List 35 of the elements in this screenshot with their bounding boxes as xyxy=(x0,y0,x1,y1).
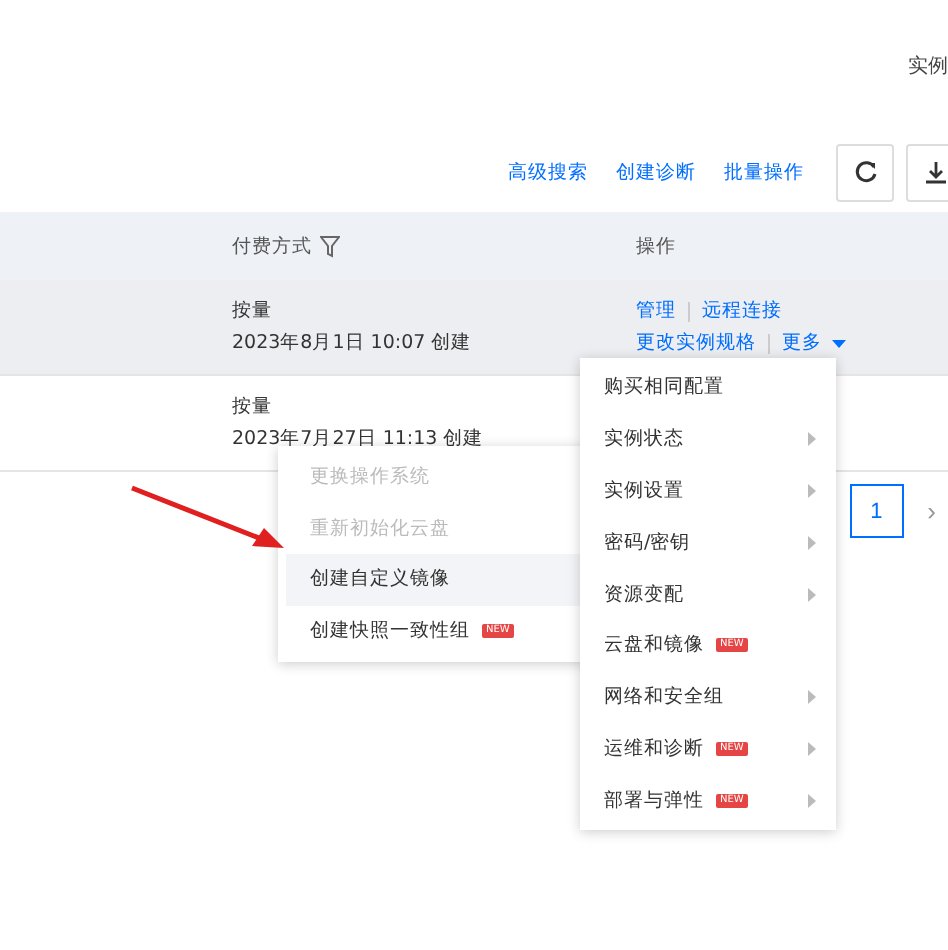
refresh-button[interactable] xyxy=(836,143,894,201)
refresh-icon xyxy=(853,160,877,184)
table-cell: 按量 xyxy=(232,394,272,420)
submenu-arrow-icon xyxy=(808,690,816,705)
submenu-arrow-icon xyxy=(808,793,816,808)
download-button[interactable] xyxy=(906,143,948,201)
action-link[interactable]: 远程连接 xyxy=(702,298,782,324)
submenu-arrow-icon xyxy=(808,741,816,756)
submenu-arrow-icon xyxy=(808,483,816,498)
table-cell: 2023年8月1日 10:07 创建 xyxy=(232,330,472,356)
page-title: 实例 xyxy=(908,53,948,80)
column-header: 操作 xyxy=(636,233,676,259)
toolbar-link[interactable]: 高级搜索 xyxy=(508,159,588,185)
table-cell: 2023年7月27日 11:13 创建 xyxy=(232,426,484,452)
more-dropdown[interactable]: 更多 xyxy=(782,330,846,356)
column-header: 付费方式 xyxy=(232,233,312,259)
action-link[interactable]: 更改实例规格 xyxy=(636,330,756,356)
toolbar-link[interactable]: 批量操作 xyxy=(724,159,804,185)
menu-item[interactable]: 资源变配 xyxy=(580,568,836,620)
submenu-arrow-icon xyxy=(808,587,816,602)
table-cell: 按量 xyxy=(232,298,272,324)
submenu-arrow-icon xyxy=(808,432,816,447)
action-link[interactable]: 管理 xyxy=(636,298,676,324)
download-icon xyxy=(923,160,947,184)
menu-item[interactable]: 实例设置 xyxy=(580,465,836,517)
filter-icon xyxy=(320,235,340,257)
menu-item[interactable]: 密码/密钥 xyxy=(580,516,836,569)
menu-item[interactable]: 实例状态 xyxy=(580,413,836,466)
menu-item[interactable]: 创建自定义镜像 xyxy=(286,554,582,605)
menu-item[interactable]: 网络和安全组 xyxy=(580,671,836,724)
page-button[interactable]: 1 xyxy=(849,484,904,538)
menu-item[interactable]: 购买相同配置 xyxy=(580,362,836,414)
submenu-arrow-icon xyxy=(808,535,816,550)
toolbar-link[interactable]: 创建诊断 xyxy=(616,159,696,185)
caret-icon xyxy=(832,339,846,347)
